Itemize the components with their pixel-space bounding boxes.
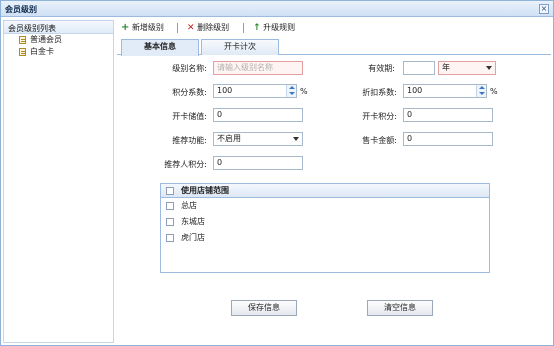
points-factor-stepper[interactable]: 100 [213,84,297,98]
chevron-down-icon [483,62,495,74]
referral-label: 推荐功能: [172,136,207,145]
points-factor-label: 积分系数: [172,88,207,97]
opening-fee-label: 开卡储值: [172,112,207,121]
member-level-window: 会员级别 × 会员级别列表 普通会员 白金卡 + 新增级别 ✕ 删除级别 ↑ 升… [0,0,554,346]
card-price-label: 售卡金额: [362,136,397,145]
store-item-humen[interactable]: 虎门店 [161,230,489,246]
validity-unit-value: 年 [442,63,450,72]
upgrade-rules-label: 升级规则 [263,23,296,32]
tree-item-label: 白金卡 [30,47,54,56]
arrow-up-icon: ↑ [253,23,261,33]
opening-points-input[interactable]: 0 [403,108,493,122]
tree-item-platinum[interactable]: 白金卡 [4,46,113,58]
store-label: 总店 [181,201,197,210]
tab-strip: 基本信息 开卡计次 [117,38,551,56]
validity-unit-select[interactable]: 年 [438,61,496,75]
discount-factor-stepper[interactable]: 100 [403,84,487,98]
store-checkbox[interactable] [166,218,174,226]
store-item-main[interactable]: 总店 [161,198,489,214]
store-checkbox[interactable] [166,234,174,242]
store-label: 东城店 [181,217,205,226]
discount-factor-label: 折扣系数: [362,88,397,97]
level-tree: 会员级别列表 普通会员 白金卡 [3,20,114,343]
validity-input[interactable] [403,61,435,75]
discount-factor-value: 100 [407,86,423,95]
close-icon[interactable]: × [539,4,549,14]
store-label: 虎门店 [181,233,205,242]
opening-points-label: 开卡积分: [362,112,397,121]
toolbar-divider [243,23,244,33]
points-factor-value: 100 [217,86,233,95]
delete-icon: ✕ [187,23,195,33]
store-scope-list: 使用店铺范围 总店 东城店 虎门店 [160,183,490,273]
points-factor-unit: % [300,87,308,96]
document-icon [19,36,26,44]
save-button[interactable]: 保存信息 [231,300,297,316]
card-price-input[interactable]: 0 [403,132,493,146]
window-titlebar: 会员级别 × [1,1,553,17]
store-scope-header: 使用店铺范围 [161,184,489,198]
level-name-label: 级别名称: [172,64,207,73]
opening-fee-input[interactable]: 0 [213,108,303,122]
window-title: 会员级别 [5,5,37,14]
add-level-label: 新增级别 [131,23,164,32]
store-item-dongcheng[interactable]: 东城店 [161,214,489,230]
level-name-input[interactable]: 请输入级别名称 [213,61,303,75]
select-all-checkbox[interactable] [166,187,174,195]
tree-header: 会员级别列表 [4,21,113,34]
store-scope-title: 使用店铺范围 [181,186,229,195]
upgrade-rules-button[interactable]: ↑ 升级规则 [253,22,295,34]
spinner-icon[interactable] [286,85,296,97]
plus-icon: + [121,22,130,33]
toolbar-divider [177,23,178,33]
discount-factor-unit: % [490,87,498,96]
referral-value: 不启用 [217,134,241,143]
tab-basic-info[interactable]: 基本信息 [121,39,199,56]
validity-label: 有效期: [368,64,395,73]
referral-select[interactable]: 不启用 [213,132,303,146]
spinner-icon[interactable] [476,85,486,97]
tree-item-label: 普通会员 [30,35,62,44]
document-icon [19,48,26,56]
delete-level-button[interactable]: ✕ 删除级别 [187,22,229,34]
store-checkbox[interactable] [166,202,174,210]
chevron-down-icon [290,133,302,145]
referrer-points-input[interactable]: 0 [213,156,303,170]
referrer-points-label: 推荐人积分: [164,160,207,169]
clear-button[interactable]: 清空信息 [367,300,433,316]
basic-info-panel: 级别名称: 请输入级别名称 有效期: 年 积分系数: 100 % 折扣系数: 1… [117,55,551,343]
delete-level-label: 删除级别 [197,23,230,32]
tree-item-regular[interactable]: 普通会员 [4,34,113,46]
toolbar: + 新增级别 ✕ 删除级别 ↑ 升级规则 [117,20,551,36]
tab-card-count[interactable]: 开卡计次 [201,39,279,55]
add-level-button[interactable]: + 新增级别 [121,22,164,34]
